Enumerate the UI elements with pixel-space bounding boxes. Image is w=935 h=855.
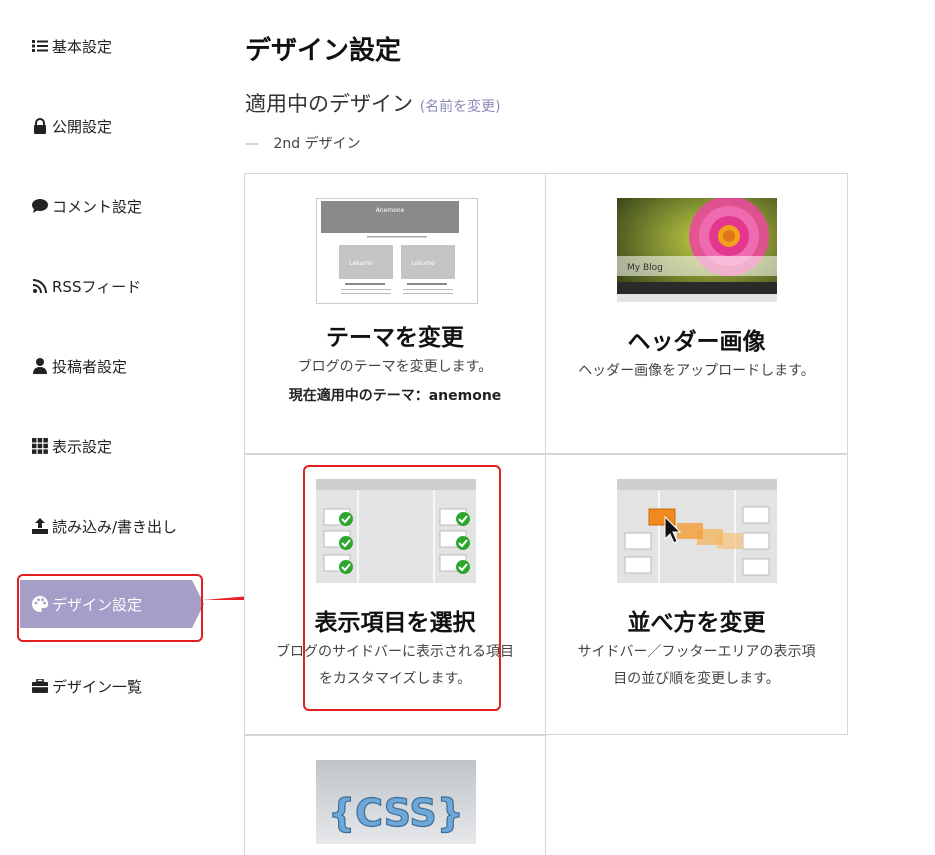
- sidebar-item-publish[interactable]: 公開設定: [32, 113, 112, 139]
- section-title: 適用中のデザイン (名前を変更): [245, 88, 501, 118]
- sidebar-item-label: 基本設定: [52, 37, 113, 56]
- header-thumbnail: My Blog: [617, 198, 777, 302]
- card-title: 表示項目を選択: [314, 610, 476, 636]
- sidebar-item-display[interactable]: 表示設定: [32, 433, 112, 459]
- card-title: ヘッダー画像: [627, 329, 766, 355]
- section-title-text: 適用中のデザイン: [245, 92, 413, 116]
- card-description: ヘッダー画像をアップロードします。: [578, 363, 815, 379]
- card-text: ヘッダー画像 ヘッダー画像をアップロードします。: [546, 322, 847, 385]
- card-text: テーマを変更 ブログのテーマを変更します。 現在適用中のテーマ：anemone: [245, 318, 545, 405]
- css-thumb-text: {CSS}: [328, 791, 464, 835]
- rss-icon: [32, 278, 48, 294]
- sidebar-item-author[interactable]: 投稿者設定: [32, 353, 127, 379]
- sidebar-item-design-list[interactable]: デザイン一覧: [32, 673, 142, 699]
- card-text: 並べ方を変更 サイドバー／フッターエリアの表示項目の並び順を変更します。: [546, 603, 847, 693]
- theme-thumb-label: Lekumo: [349, 260, 373, 267]
- sidebar-item-rss[interactable]: RSSフィード: [32, 273, 141, 299]
- list-icon: [32, 38, 48, 54]
- dash: —: [245, 136, 259, 152]
- theme-thumb-label: Lekumo: [411, 260, 435, 267]
- css-thumbnail: {CSS}: [316, 760, 476, 844]
- header-image-card[interactable]: My Blog ヘッダー画像 ヘッダー画像をアップロードします。: [546, 173, 848, 454]
- sidebar-item-label: コメント設定: [52, 197, 143, 216]
- sidebar: 基本設定 公開設定 コメント設定 RSSフィード 投稿者設定 表示設定 読み込み…: [0, 0, 215, 843]
- sidebar-item-label: RSSフィード: [52, 277, 142, 296]
- sidebar-item-import-export[interactable]: 読み込み/書き出し: [32, 513, 177, 539]
- page-title: デザイン設定: [245, 36, 402, 66]
- highlight-box: [17, 574, 203, 642]
- upload-icon: [32, 518, 48, 534]
- theme-thumbnail: Anemone Lekumo Lekumo: [316, 198, 478, 304]
- theme-thumb-title: Anemone: [376, 207, 405, 214]
- current-design: — 2nd デザイン: [245, 133, 361, 153]
- card-title: 並べ方を変更: [627, 610, 766, 636]
- comment-icon: [32, 198, 48, 214]
- display-items-thumbnail: [316, 479, 476, 583]
- sidebar-item-basic[interactable]: 基本設定: [32, 33, 112, 59]
- rename-link[interactable]: (名前を変更): [420, 99, 501, 115]
- sidebar-item-label: 公開設定: [52, 117, 113, 136]
- sidebar-item-label: デザイン一覧: [52, 677, 143, 696]
- card-description: サイドバー／フッターエリアの表示項目の並び順を変更します。: [577, 644, 816, 687]
- lock-icon: [32, 118, 48, 134]
- reorder-thumbnail: [617, 479, 777, 583]
- change-order-card[interactable]: 並べ方を変更 サイドバー／フッターエリアの表示項目の並び順を変更します。: [546, 454, 848, 735]
- card-description: ブログのサイドバーに表示される項目をカスタマイズします。: [276, 644, 514, 687]
- current-theme: 現在適用中のテーマ：anemone: [288, 388, 502, 404]
- sidebar-item-label: 投稿者設定: [52, 357, 128, 376]
- card-title: テーマを変更: [326, 325, 464, 351]
- card-description: ブログのテーマを変更します。: [297, 359, 493, 375]
- card-text: 表示項目を選択 ブログのサイドバーに表示される項目をカスタマイズします。: [245, 603, 545, 693]
- change-theme-card[interactable]: Anemone Lekumo Lekumo テーマを変更 ブログのテーマを変更し…: [244, 173, 546, 454]
- current-design-name: 2nd デザイン: [273, 136, 361, 152]
- custom-css-card[interactable]: {CSS}: [244, 735, 546, 855]
- sidebar-item-comment[interactable]: コメント設定: [32, 193, 142, 219]
- sidebar-item-label: 表示設定: [52, 437, 113, 456]
- briefcase-icon: [32, 678, 48, 694]
- user-icon: [32, 358, 48, 374]
- select-display-items-card[interactable]: 表示項目を選択 ブログのサイドバーに表示される項目をカスタマイズします。: [244, 454, 546, 735]
- sidebar-item-label: 読み込み/書き出し: [52, 517, 178, 536]
- header-thumb-blog-name: My Blog: [627, 263, 663, 273]
- grid-icon: [32, 438, 48, 454]
